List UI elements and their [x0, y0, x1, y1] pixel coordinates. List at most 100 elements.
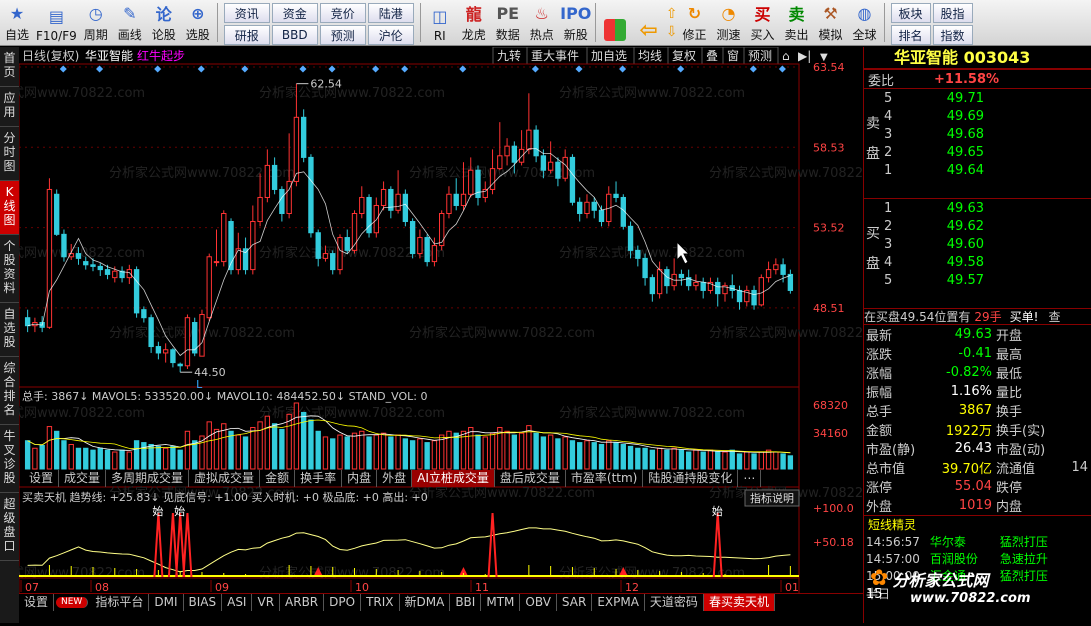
- candle[interactable]: [577, 197, 583, 222]
- indicator-help-button[interactable]: 指标说明: [744, 489, 800, 507]
- sell-level[interactable]: 2 49.65: [864, 143, 1091, 161]
- chart-control-button[interactable]: 窗: [722, 46, 745, 65]
- candle[interactable]: [199, 309, 205, 357]
- candle[interactable]: [337, 234, 343, 275]
- indicator-tab[interactable]: OBV: [520, 594, 557, 611]
- candle[interactable]: [671, 258, 677, 291]
- event-marker[interactable]: [677, 65, 685, 73]
- left-tab[interactable]: 牛叉诊股: [0, 425, 19, 493]
- candle[interactable]: [141, 306, 147, 323]
- toolbar-grid-button[interactable]: 指数: [932, 25, 973, 45]
- buy-level[interactable]: 2 49.62: [864, 217, 1091, 235]
- chart-control-button[interactable]: 九转: [492, 46, 528, 65]
- indicator-tab[interactable]: ARBR: [280, 594, 325, 611]
- toolbar-button-refresh[interactable]: ↻ 修正: [678, 0, 712, 45]
- event-marker[interactable]: [401, 65, 409, 73]
- candle[interactable]: [606, 186, 612, 227]
- candle[interactable]: [213, 229, 220, 267]
- candle[interactable]: [707, 277, 714, 294]
- candle[interactable]: [155, 341, 162, 360]
- candle[interactable]: [468, 157, 474, 198]
- toolbar-grid-button[interactable]: 预测: [319, 25, 366, 45]
- toolbar-button-chart-select[interactable]: ⊕ 选股: [181, 0, 215, 45]
- candle[interactable]: [330, 250, 336, 275]
- candle[interactable]: [221, 210, 227, 267]
- toolbar-button-pencil[interactable]: ✎ 画线: [113, 0, 147, 45]
- candle[interactable]: [715, 277, 721, 307]
- candle[interactable]: [700, 277, 706, 299]
- candle[interactable]: [504, 138, 510, 166]
- period-label[interactable]: 日线(复权): [22, 49, 79, 63]
- candle[interactable]: [46, 178, 53, 329]
- toolbar-grid-button[interactable]: 陆港: [367, 3, 414, 23]
- buy-level[interactable]: 4 49.58: [864, 253, 1091, 271]
- candle[interactable]: [61, 229, 67, 262]
- candle[interactable]: [54, 189, 60, 236]
- buy-level[interactable]: 1 49.63: [864, 199, 1091, 217]
- candle[interactable]: [359, 186, 365, 219]
- volume-tab[interactable]: 市盈率(ttm): [566, 470, 644, 487]
- event-marker[interactable]: [154, 65, 162, 73]
- candle[interactable]: [547, 141, 554, 174]
- candle[interactable]: [170, 348, 176, 368]
- toolbar-button-speed[interactable]: ◔ 测速: [712, 0, 746, 45]
- indicator-tab[interactable]: BBI: [450, 594, 482, 611]
- indicator-tab[interactable]: SAR: [557, 594, 593, 611]
- candle[interactable]: [264, 149, 271, 203]
- lock-icon[interactable]: ⌂: [782, 49, 790, 63]
- event-marker[interactable]: [197, 65, 205, 73]
- candle[interactable]: [300, 109, 307, 163]
- candle[interactable]: [693, 274, 699, 291]
- candle[interactable]: [206, 253, 212, 321]
- candle[interactable]: [649, 274, 656, 302]
- toolbar-grid-button[interactable]: 沪伦: [367, 25, 414, 45]
- left-tab[interactable]: 分时图: [0, 127, 19, 181]
- candle[interactable]: [475, 165, 481, 206]
- candle[interactable]: [308, 154, 314, 238]
- volume-tab[interactable]: 虚拟成交量: [189, 470, 261, 487]
- left-tab[interactable]: 超级盘口: [0, 493, 19, 561]
- indicator-tab[interactable]: DPO: [324, 594, 362, 611]
- kline-chart-svg[interactable]: 日线(复权)华亚智能红牛起步九转重大事件加自选均线复权叠窗预测⌂▶|▼分析家公式…: [0, 46, 895, 623]
- buy-level[interactable]: 3 49.60: [864, 235, 1091, 253]
- sell-level[interactable]: 3 49.68: [864, 125, 1091, 143]
- left-tab[interactable]: 个股资料: [0, 235, 19, 303]
- volume-tab[interactable]: 陆股通持股变化: [643, 470, 739, 487]
- toolbar-button-ri[interactable]: ◫ RI: [423, 0, 457, 45]
- event-marker[interactable]: [299, 65, 307, 73]
- candle[interactable]: [613, 181, 619, 203]
- toolbar-grid-button[interactable]: 竞价: [319, 3, 366, 23]
- candle[interactable]: [133, 266, 140, 318]
- indicator-tab[interactable]: 天道密码: [645, 594, 704, 611]
- indicator-tab[interactable]: 指标平台: [90, 594, 150, 611]
- volume-tab[interactable]: 设置: [24, 470, 60, 487]
- candle[interactable]: [569, 154, 576, 206]
- toolbar-grid-button[interactable]: BBD: [271, 25, 318, 45]
- candle[interactable]: [271, 157, 278, 195]
- candle[interactable]: [664, 266, 670, 294]
- volume-tab[interactable]: 换手率: [295, 470, 343, 487]
- elves-title[interactable]: 短线精灵: [864, 515, 1091, 533]
- candle[interactable]: [402, 189, 409, 227]
- indicator-tab[interactable]: 设置: [19, 594, 55, 611]
- toolbar-button-pe[interactable]: PE 数据: [491, 0, 525, 45]
- indicator-tab[interactable]: ASI: [222, 594, 253, 611]
- candle[interactable]: [555, 157, 561, 187]
- toolbar-button-buy[interactable]: 买买入: [746, 0, 780, 45]
- candle[interactable]: [656, 261, 663, 299]
- chart-control-button[interactable]: 均线: [633, 46, 669, 65]
- arrow-down-icon[interactable]: ⇩: [666, 24, 678, 40]
- left-tab[interactable]: K线图: [0, 181, 19, 235]
- indicator-tab[interactable]: MTM: [481, 594, 521, 611]
- toolbar-button-sell[interactable]: 卖卖出: [780, 0, 814, 45]
- volume-tab[interactable]: 外盘: [377, 470, 413, 487]
- toolbar-grid-button[interactable]: 资金: [271, 3, 318, 23]
- candle[interactable]: [787, 269, 794, 294]
- back-button[interactable]: ⇦: [632, 0, 666, 45]
- candle[interactable]: [417, 229, 423, 259]
- buy-level[interactable]: 5 49.57: [864, 271, 1091, 289]
- candle[interactable]: [32, 317, 38, 333]
- indicator-tab[interactable]: NEW: [56, 597, 89, 608]
- elves-item[interactable]: 14:56:57 华尔泰 猛烈打压: [864, 533, 1091, 550]
- chart-control-button[interactable]: 加自选: [586, 46, 635, 65]
